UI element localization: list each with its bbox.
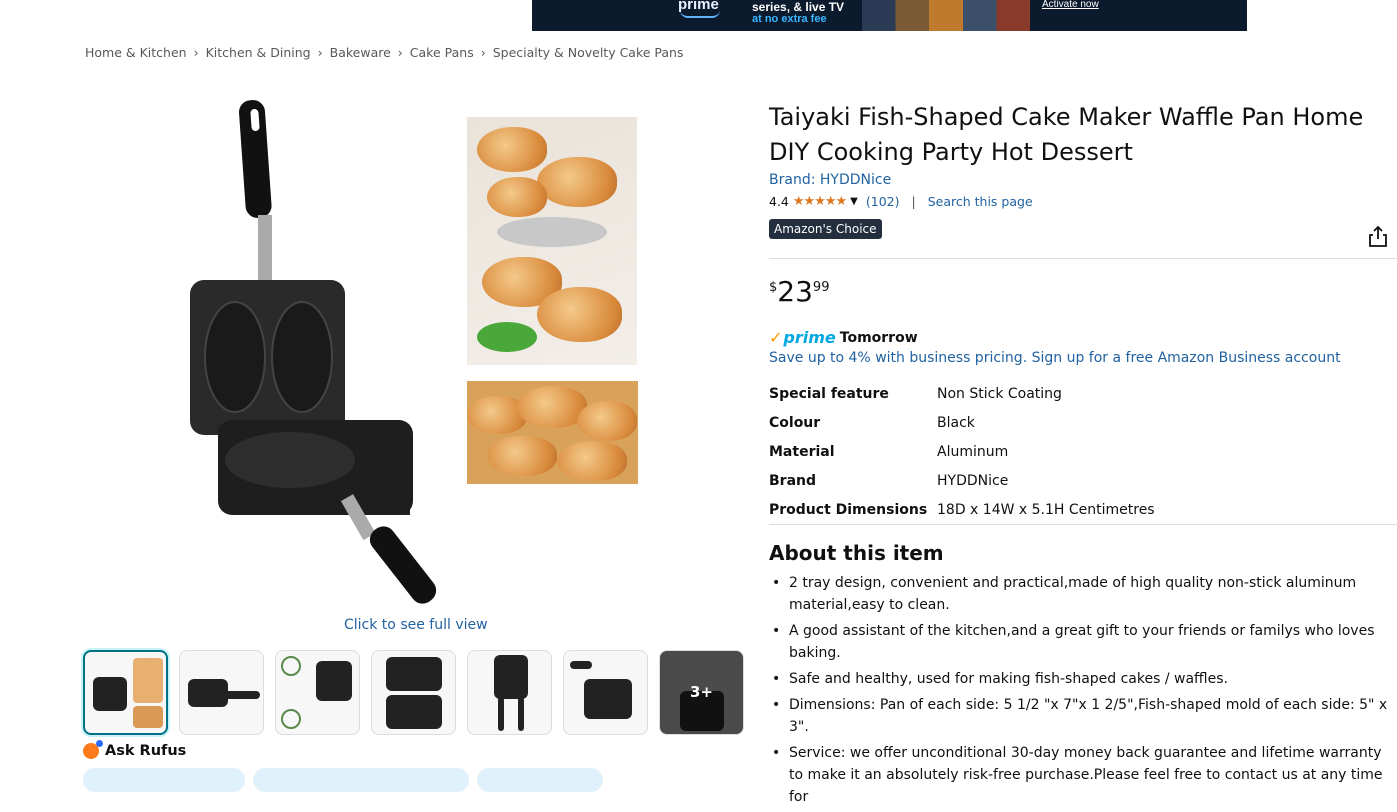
price-whole: 23 [777, 275, 813, 308]
rufus-suggestion-pill[interactable] [253, 768, 469, 792]
banner-posters [862, 0, 1030, 31]
spec-value: 18D x 14W x 5.1H Centimetres [937, 501, 1155, 518]
spec-value: Black [937, 415, 975, 432]
spec-row: Special feature Non Stick Coating [769, 380, 1155, 409]
spec-key: Material [769, 443, 835, 460]
spec-value: Non Stick Coating [937, 386, 1062, 403]
taiyaki-plate-image[interactable] [467, 381, 638, 484]
share-icon[interactable] [1369, 225, 1387, 247]
product-title: Taiyaki Fish-Shaped Cake Maker Waffle Pa… [769, 103, 1364, 166]
spec-row: Material Aluminum [769, 438, 1155, 467]
spec-row: Product Dimensions 18D x 14W x 5.1H Centi… [769, 495, 1155, 524]
rufus-icon [83, 740, 103, 759]
thumbnail-strip: 3+ [83, 650, 744, 735]
amazons-choice-badge: Amazon's Choice [769, 219, 882, 239]
more-images-label: 3+ [689, 683, 713, 701]
rufus-suggestions [83, 768, 603, 792]
prime-badge-icon: prime [769, 328, 835, 347]
thumbnail-5[interactable] [467, 650, 552, 735]
chevron-down-icon[interactable]: ▼ [850, 196, 858, 207]
prime-delivery: prime Tomorrow [769, 328, 918, 347]
banner-line-1: series, & live TV [752, 0, 845, 14]
divider-line [769, 524, 1397, 525]
breadcrumb-separator: › [480, 45, 486, 60]
product-details: Taiyaki Fish-Shaped Cake Maker Waffle Pa… [769, 100, 1397, 805]
breadcrumb-kitchen-dining[interactable]: Kitchen & Dining [206, 45, 311, 60]
banner-line-2: at no extra fee [752, 13, 827, 25]
spec-key: Colour [769, 415, 821, 432]
taiyaki-bowl-image[interactable] [467, 117, 637, 365]
list-item: 2 tray design, convenient and practical,… [769, 572, 1397, 616]
about-heading: About this item [769, 541, 944, 565]
list-item: A good assistant of the kitchen,and a gr… [769, 620, 1397, 664]
search-this-page-link[interactable]: Search this page [928, 194, 1033, 209]
spec-value: HYDDNice [937, 472, 1009, 489]
spec-row: Brand HYDDNice [769, 466, 1155, 495]
brand-link[interactable]: Brand: HYDDNice [769, 172, 891, 188]
thumbnail-2[interactable] [179, 650, 264, 735]
rufus-suggestion-pill[interactable] [83, 768, 245, 792]
banner-activate-link[interactable]: Activate now [1042, 0, 1099, 10]
review-count-link[interactable]: (102) [866, 194, 900, 209]
breadcrumb-separator: › [317, 45, 323, 60]
main-product-image[interactable] [180, 95, 490, 610]
list-item: Safe and healthy, used for making fish-s… [769, 668, 1397, 690]
about-bullets: 2 tray design, convenient and practical,… [769, 572, 1397, 812]
breadcrumb-bakeware[interactable]: Bakeware [330, 45, 391, 60]
breadcrumb-separator: › [193, 45, 199, 60]
breadcrumb-specialty-novelty[interactable]: Specialty & Novelty Cake Pans [493, 45, 684, 60]
breadcrumb-separator: › [397, 45, 403, 60]
divider: | [911, 194, 916, 209]
divider-line [769, 258, 1397, 259]
prime-video-banner[interactable]: prime series, & live TV at no extra fee … [532, 0, 1247, 31]
spec-key: Product Dimensions [769, 501, 928, 518]
spec-row: Colour Black [769, 409, 1155, 438]
rating-value: 4.4 [769, 194, 789, 209]
breadcrumb-home-kitchen[interactable]: Home & Kitchen [85, 45, 187, 60]
list-item: Dimensions: Pan of each side: 5 1/2 "x 7… [769, 694, 1397, 738]
thumbnail-more[interactable]: 3+ [659, 650, 744, 735]
business-pricing-link[interactable]: Save up to 4% with business pricing. Sig… [769, 350, 1341, 366]
spec-value: Aluminum [937, 443, 1009, 460]
price-fraction: 99 [812, 280, 830, 295]
price: $ 23 99 [769, 276, 829, 308]
breadcrumb: Home & Kitchen › Kitchen & Dining › Bake… [85, 45, 684, 60]
list-item: Service: we offer unconditional 30-day m… [769, 742, 1397, 808]
star-rating-icon[interactable]: ★★★★★ [793, 194, 847, 209]
delivery-day: Tomorrow [839, 329, 918, 346]
spec-table: Special feature Non Stick Coating Colour B… [769, 380, 1155, 524]
thumbnail-1[interactable] [83, 650, 168, 735]
ask-rufus[interactable]: Ask Rufus [83, 740, 187, 759]
price-symbol: $ [769, 280, 778, 295]
click-full-view-link[interactable]: Click to see full view [344, 617, 488, 633]
breadcrumb-cake-pans[interactable]: Cake Pans [410, 45, 474, 60]
thumbnail-4[interactable] [371, 650, 456, 735]
ask-rufus-label: Ask Rufus [105, 743, 187, 759]
thumbnail-6[interactable] [563, 650, 648, 735]
spec-key: Special feature [769, 386, 889, 403]
prime-smile-icon [680, 10, 720, 18]
spec-key: Brand [769, 472, 817, 489]
rating-row: 4.4 ★★★★★ ▼ (102) | Search this page [769, 194, 1397, 209]
rufus-suggestion-pill[interactable] [477, 768, 603, 792]
thumbnail-3[interactable] [275, 650, 360, 735]
